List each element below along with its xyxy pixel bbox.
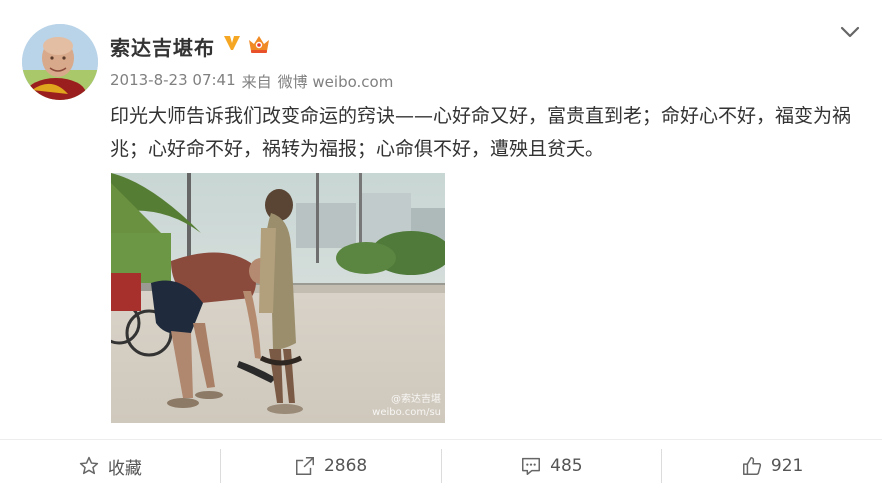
post-meta: 2013-8-23 07:41 来自 微博 weibo.com (110, 71, 393, 92)
verified-v-icon[interactable] (222, 33, 242, 53)
repost-count: 2868 (323, 456, 368, 476)
post-source[interactable]: 微博 weibo.com (278, 71, 394, 92)
author-avatar[interactable] (22, 24, 98, 100)
source-prefix: 来自 (241, 73, 272, 91)
star-icon (78, 455, 100, 477)
watermark-line-1: @索达吉堪 (391, 394, 441, 405)
thumbs-up-icon (741, 455, 763, 477)
repost-icon (294, 455, 316, 477)
comment-button[interactable]: 485 (442, 440, 662, 492)
repost-button[interactable]: 2868 (221, 440, 441, 492)
chevron-down-icon[interactable] (838, 22, 862, 42)
weibo-post-card: 索达吉堪布 2013-8-23 07:41 来自 微博 weibo.com 印光… (0, 0, 882, 492)
comment-count: 485 (550, 456, 583, 476)
image-watermark: @索达吉堪 weibo.com/su (372, 393, 441, 419)
favorite-label: 收藏 (107, 458, 142, 479)
post-text: 印光大师告诉我们改变命运的窍诀——心好命又好，富贵直到老；命好心不好，福变为祸兆… (110, 105, 852, 160)
crown-member-icon[interactable] (246, 32, 272, 54)
like-button[interactable]: 921 (662, 440, 882, 492)
post-image[interactable]: @索达吉堪 weibo.com/su (111, 173, 445, 423)
post-timestamp[interactable]: 2013-8-23 07:41 (110, 71, 236, 92)
action-bar: 收藏 2868 485 921 (0, 440, 882, 492)
comment-icon (520, 455, 542, 477)
watermark-line-2: weibo.com/su (372, 407, 441, 418)
author-badges (222, 32, 272, 54)
favorite-button[interactable]: 收藏 (0, 440, 220, 492)
author-name[interactable]: 索达吉堪布 (110, 32, 215, 61)
like-count: 921 (770, 456, 804, 476)
